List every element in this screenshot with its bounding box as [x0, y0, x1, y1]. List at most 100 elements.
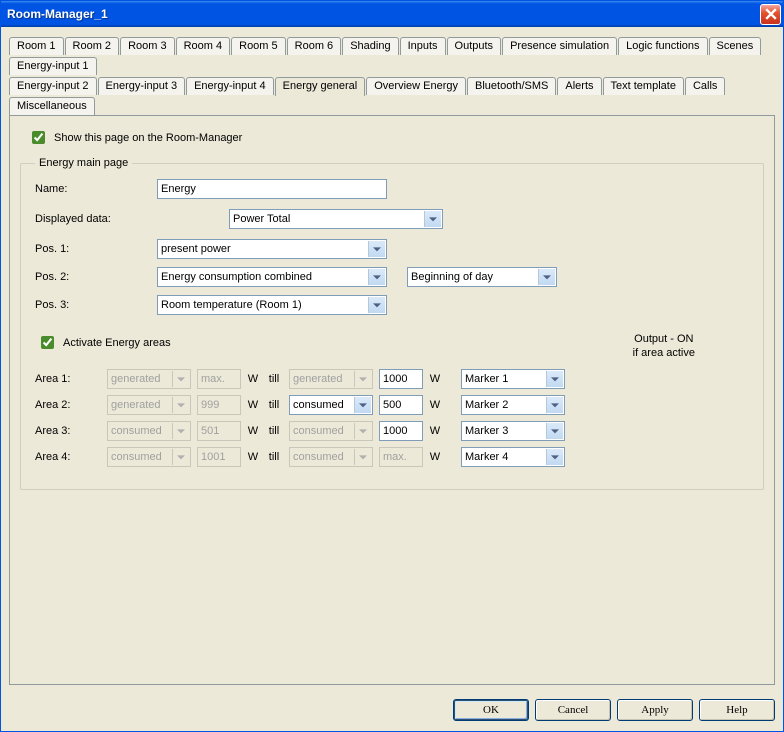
tab-energy-input-2[interactable]: Energy-input 2: [9, 77, 97, 95]
pos3-label: Pos. 3:: [35, 299, 157, 311]
area-to-value: [379, 447, 423, 467]
area-label: Area 4:: [35, 451, 101, 463]
till-label: till: [265, 425, 283, 437]
unit-w: W: [247, 373, 259, 385]
area-from-type-select: [107, 369, 191, 389]
displayed-data-label: Displayed data:: [35, 213, 157, 225]
dialog-buttons: OK Cancel Apply Help: [1, 691, 783, 731]
tab-text-template[interactable]: Text template: [603, 77, 684, 95]
tab-presence-simulation[interactable]: Presence simulation: [502, 37, 617, 55]
area-to-type-select: [289, 421, 373, 441]
area-label: Area 2:: [35, 399, 101, 411]
area-from-value: [197, 369, 241, 389]
displayed-data-value[interactable]: [229, 209, 443, 229]
activate-areas-checkbox[interactable]: [41, 336, 54, 349]
area-row-1: Area 1: Wtill W: [35, 369, 749, 389]
till-label: till: [265, 399, 283, 411]
tab-outputs[interactable]: Outputs: [447, 37, 502, 55]
tab-alerts[interactable]: Alerts: [557, 77, 601, 95]
pos1-value[interactable]: [157, 239, 387, 259]
pos2-period-select[interactable]: [407, 267, 557, 287]
pos3-value[interactable]: [157, 295, 387, 315]
tab-panel-energy-general: Show this page on the Room-Manager Energ…: [9, 115, 775, 685]
area-marker-select[interactable]: [461, 447, 565, 467]
name-input[interactable]: [157, 179, 387, 199]
unit-w: W: [429, 425, 441, 437]
tab-calls[interactable]: Calls: [685, 77, 725, 95]
till-label: till: [265, 451, 283, 463]
tab-energy-input-4[interactable]: Energy-input 4: [186, 77, 274, 95]
area-from-value: [197, 447, 241, 467]
ok-button[interactable]: OK: [453, 699, 529, 721]
tab-inputs[interactable]: Inputs: [400, 37, 446, 55]
cancel-button[interactable]: Cancel: [535, 699, 611, 721]
area-row-2: Area 2: Wtill W: [35, 395, 749, 415]
apply-button[interactable]: Apply: [617, 699, 693, 721]
close-icon: [765, 8, 777, 20]
area-to-value[interactable]: [379, 421, 423, 441]
area-to-type-select[interactable]: [289, 395, 373, 415]
tab-scenes[interactable]: Scenes: [709, 37, 762, 55]
pos2-value[interactable]: [157, 267, 387, 287]
area-to-value[interactable]: [379, 395, 423, 415]
area-to-type-select: [289, 369, 373, 389]
unit-w: W: [247, 451, 259, 463]
pos2-select[interactable]: [157, 267, 387, 287]
tab-energy-input-1[interactable]: Energy-input 1: [9, 57, 97, 75]
show-page-checkbox[interactable]: [32, 131, 45, 144]
unit-w: W: [429, 451, 441, 463]
pos2-period-value[interactable]: [407, 267, 557, 287]
tab-room-2[interactable]: Room 2: [65, 37, 120, 55]
unit-w: W: [429, 399, 441, 411]
area-marker-select[interactable]: [461, 395, 565, 415]
pos1-select[interactable]: [157, 239, 387, 259]
area-grid: Area 1:WtillWArea 2:WtillWArea 3:WtillWA…: [35, 369, 749, 467]
area-marker-select[interactable]: [461, 369, 565, 389]
close-button[interactable]: [760, 4, 781, 25]
area-from-value: [197, 421, 241, 441]
unit-w: W: [247, 399, 259, 411]
area-row-4: Area 4: Wtill W: [35, 447, 749, 467]
area-to-value[interactable]: [379, 369, 423, 389]
area-to-type-select: [289, 447, 373, 467]
tab-logic-functions[interactable]: Logic functions: [618, 37, 707, 55]
area-label: Area 1:: [35, 373, 101, 385]
tab-room-6[interactable]: Room 6: [287, 37, 342, 55]
tab-shading[interactable]: Shading: [342, 37, 398, 55]
output-header: Output - ON if area active: [633, 333, 695, 361]
titlebar: Room-Manager_1: [1, 1, 783, 27]
help-button[interactable]: Help: [699, 699, 775, 721]
tab-overview-energy[interactable]: Overview Energy: [366, 77, 466, 95]
area-marker-select[interactable]: [461, 421, 565, 441]
till-label: till: [265, 373, 283, 385]
area-from-type-select: [107, 421, 191, 441]
tab-room-3[interactable]: Room 3: [120, 37, 175, 55]
show-page-label[interactable]: Show this page on the Room-Manager: [54, 132, 242, 144]
dialog-window: Room-Manager_1 Room 1Room 2Room 3Room 4R…: [0, 0, 784, 732]
displayed-data-select[interactable]: [229, 209, 443, 229]
client-area: Room 1Room 2Room 3Room 4Room 5Room 6Shad…: [1, 27, 783, 691]
name-label: Name:: [35, 183, 157, 195]
pos3-select[interactable]: [157, 295, 387, 315]
window-title: Room-Manager_1: [7, 7, 108, 21]
tab-room-4[interactable]: Room 4: [176, 37, 231, 55]
energy-main-page-fieldset: Energy main page Name: Displayed data: P…: [20, 157, 764, 490]
tab-miscellaneous[interactable]: Miscellaneous: [9, 97, 95, 115]
fieldset-legend: Energy main page: [35, 157, 132, 169]
area-row-3: Area 3: Wtill W: [35, 421, 749, 441]
area-from-type-select: [107, 447, 191, 467]
pos1-label: Pos. 1:: [35, 243, 157, 255]
unit-w: W: [429, 373, 441, 385]
tab-energy-general[interactable]: Energy general: [275, 77, 366, 96]
tab-room-1[interactable]: Room 1: [9, 37, 64, 55]
unit-w: W: [247, 425, 259, 437]
area-from-type-select: [107, 395, 191, 415]
tab-bluetooth-sms[interactable]: Bluetooth/SMS: [467, 77, 556, 95]
tab-energy-input-3[interactable]: Energy-input 3: [98, 77, 186, 95]
tab-strip: Room 1Room 2Room 3Room 4Room 5Room 6Shad…: [9, 35, 775, 115]
pos2-label: Pos. 2:: [35, 271, 157, 283]
tab-room-5[interactable]: Room 5: [231, 37, 286, 55]
area-label: Area 3:: [35, 425, 101, 437]
area-from-value: [197, 395, 241, 415]
activate-areas-label[interactable]: Activate Energy areas: [63, 337, 171, 349]
